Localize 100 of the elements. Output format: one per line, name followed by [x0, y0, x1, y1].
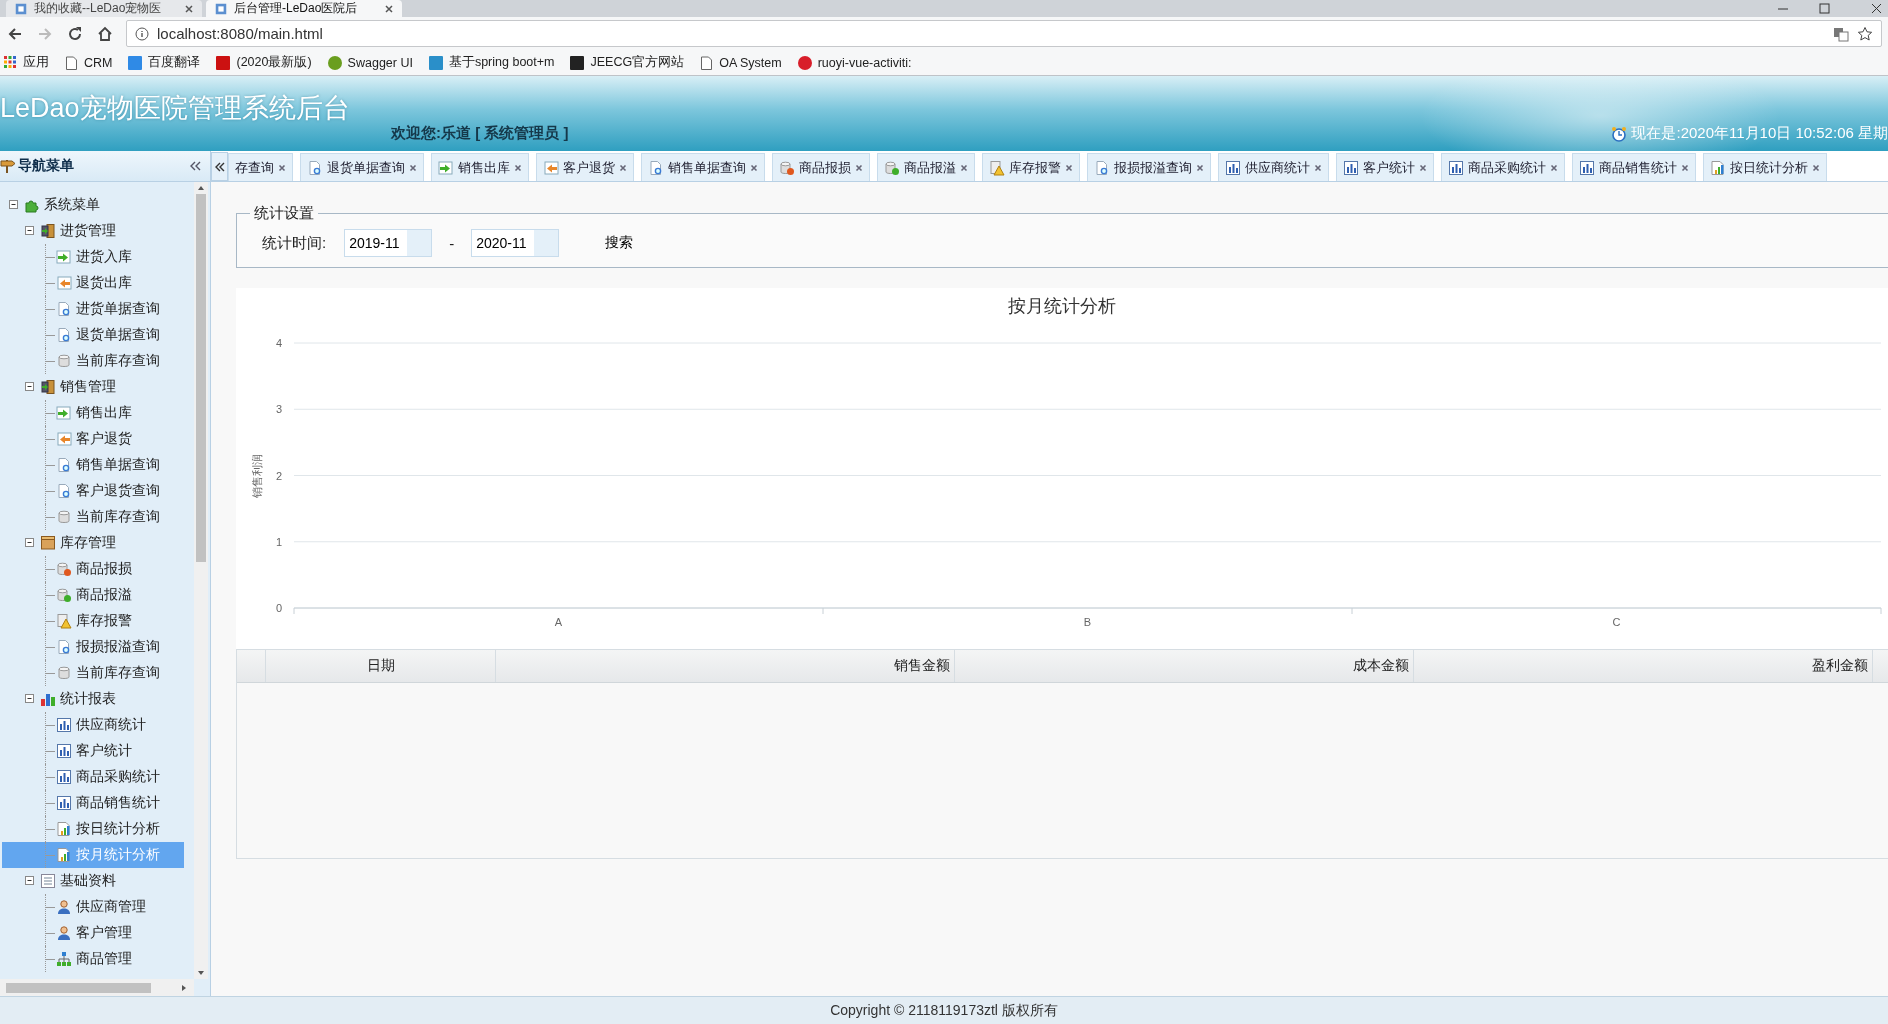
date-field[interactable]: 2019-11 — [344, 229, 433, 257]
close-icon[interactable] — [514, 163, 522, 172]
tree-item[interactable]: 商品销售统计 — [2, 790, 184, 816]
column-header[interactable]: 成本金额 — [955, 650, 1414, 682]
info-icon — [135, 26, 149, 41]
bookmark[interactable]: JEECG官方网站 — [570, 54, 685, 71]
tree-item[interactable]: 供应商统计 — [2, 712, 184, 738]
page-tab[interactable]: 商品销售统计 — [1572, 153, 1696, 181]
tree-item[interactable]: 客户退货查询 — [2, 478, 184, 504]
address-field[interactable]: localhost:8080/main.html — [126, 20, 1882, 47]
close-icon[interactable] — [1065, 163, 1073, 172]
close-icon[interactable] — [384, 3, 394, 14]
page-icon — [65, 55, 78, 70]
star-icon[interactable] — [1857, 25, 1873, 42]
close-icon[interactable] — [1196, 163, 1204, 172]
browser-tab[interactable]: 后台管理-LeDao医院后 — [206, 0, 402, 17]
tree-item[interactable]: 退货单据查询 — [2, 322, 184, 348]
close-icon[interactable] — [1812, 163, 1820, 172]
tree-item[interactable]: 进货单据查询 — [2, 296, 184, 322]
page-tab[interactable]: 销售单据查询 — [641, 153, 765, 181]
column-header[interactable]: 盈利金额 — [1414, 650, 1873, 682]
scroll-up-icon[interactable] — [196, 184, 206, 192]
bookmark[interactable]: CRM — [65, 55, 113, 70]
bookmark[interactable]: ruoyi-vue-activiti: — [797, 55, 912, 70]
tree-item[interactable]: 统计报表 — [2, 686, 184, 712]
clock-icon — [1611, 125, 1628, 142]
close-icon[interactable] — [960, 163, 968, 172]
scroll-left-button[interactable] — [211, 152, 228, 181]
tree-item[interactable]: 客户统计 — [2, 738, 184, 764]
tree-item[interactable]: 报损报溢查询 — [2, 634, 184, 660]
scroll-bar[interactable] — [0, 979, 194, 996]
date-field[interactable]: 2020-11 — [471, 229, 560, 257]
tree-item[interactable]: 商品采购统计 — [2, 764, 184, 790]
page-icon — [214, 1, 228, 16]
scroll-right-icon[interactable] — [180, 982, 188, 993]
tree-item[interactable]: 退货出库 — [2, 270, 184, 296]
column-header[interactable]: 销售金额 — [496, 650, 955, 682]
tree-item[interactable]: 销售单据查询 — [2, 452, 184, 478]
search-button[interactable]: 搜索 — [599, 230, 640, 256]
filter-label: 统计时间: — [262, 233, 327, 253]
page-tab[interactable]: 报损报溢查询 — [1087, 153, 1211, 181]
close-icon[interactable] — [1550, 163, 1558, 172]
double-left-icon — [213, 160, 226, 173]
close-icon[interactable] — [1314, 163, 1322, 172]
tree-item[interactable]: 供应商管理 — [2, 894, 184, 920]
tree-item[interactable]: 销售管理 — [2, 374, 184, 400]
tree-item[interactable]: 销售出库 — [2, 400, 184, 426]
bookmark[interactable]: 百度翻译 — [128, 54, 201, 71]
tree-item[interactable]: 库存管理 — [2, 530, 184, 556]
page-tab[interactable]: 销售出库 — [431, 153, 529, 181]
signpost-icon — [0, 158, 16, 174]
close-icon[interactable] — [1681, 163, 1689, 172]
scroll-bar[interactable] — [194, 182, 208, 979]
site-title: LeDao宠物医院管理系统后台 — [0, 92, 350, 125]
reload-icon[interactable] — [66, 24, 84, 43]
tree-item[interactable]: 库存报警 — [2, 608, 184, 634]
bookmark[interactable]: 应用 — [4, 54, 49, 71]
page-tab[interactable]: 退货单据查询 — [300, 153, 424, 181]
page-tab[interactable]: 按日统计分析 — [1703, 153, 1827, 181]
column-header[interactable]: 日期 — [266, 650, 496, 682]
page-tab[interactable]: 商品报溢 — [877, 153, 975, 181]
page-tab[interactable]: 商品采购统计 — [1441, 153, 1565, 181]
page-tab[interactable]: 客户退货 — [536, 153, 634, 181]
tree-item[interactable]: 商品报溢 — [2, 582, 184, 608]
home-icon[interactable] — [96, 24, 114, 43]
collapse-icon[interactable] — [188, 159, 202, 173]
page-tab[interactable]: 存查询 — [228, 153, 293, 181]
tree-item[interactable]: 进货管理 — [2, 218, 184, 244]
close-icon[interactable] — [855, 163, 863, 172]
close-icon[interactable] — [1419, 163, 1427, 172]
footer-text: Copyright © 2118119173ztl 版权所有 — [0, 996, 1888, 1024]
page-tab[interactable]: 库存报警 — [982, 153, 1080, 181]
close-icon[interactable] — [409, 163, 417, 172]
door-icon — [40, 379, 56, 395]
tree-item[interactable]: 客户管理 — [2, 920, 184, 946]
tree-item[interactable]: 商品报损 — [2, 556, 184, 582]
page-tab[interactable]: 商品报损 — [772, 153, 870, 181]
close-icon[interactable] — [278, 163, 286, 172]
close-icon[interactable] — [619, 163, 627, 172]
tree-item[interactable]: 当前库存查询 — [2, 660, 184, 686]
tree-item[interactable]: 当前库存查询 — [2, 348, 184, 374]
tree-item[interactable]: 按日统计分析 — [2, 816, 184, 842]
bookmark[interactable]: Swagger UI — [327, 55, 413, 70]
bookmark[interactable]: OA System — [700, 55, 782, 70]
tree-item[interactable]: 当前库存查询 — [2, 504, 184, 530]
browser-tab[interactable]: 我的收藏--LeDao宠物医 — [6, 0, 202, 17]
tree-item[interactable]: 客户退货 — [2, 426, 184, 452]
tree-item[interactable]: 系统菜单 — [2, 192, 184, 218]
close-icon[interactable] — [750, 163, 758, 172]
tree-item[interactable]: 基础资料 — [2, 868, 184, 894]
filter-legend: 统计设置 — [250, 204, 318, 223]
page-tab[interactable]: 客户统计 — [1336, 153, 1434, 181]
scroll-down-icon[interactable] — [196, 969, 206, 977]
tree-item[interactable]: 进货入库 — [2, 244, 184, 270]
tree-item[interactable]: 商品管理 — [2, 946, 184, 972]
close-icon[interactable] — [184, 3, 194, 14]
bookmark[interactable]: (2020最新版) — [216, 54, 312, 71]
bookmark[interactable]: 基于spring boot+m — [428, 54, 555, 71]
url-text: localhost:8080/main.html — [157, 25, 323, 42]
page-tab[interactable]: 供应商统计 — [1218, 153, 1329, 181]
